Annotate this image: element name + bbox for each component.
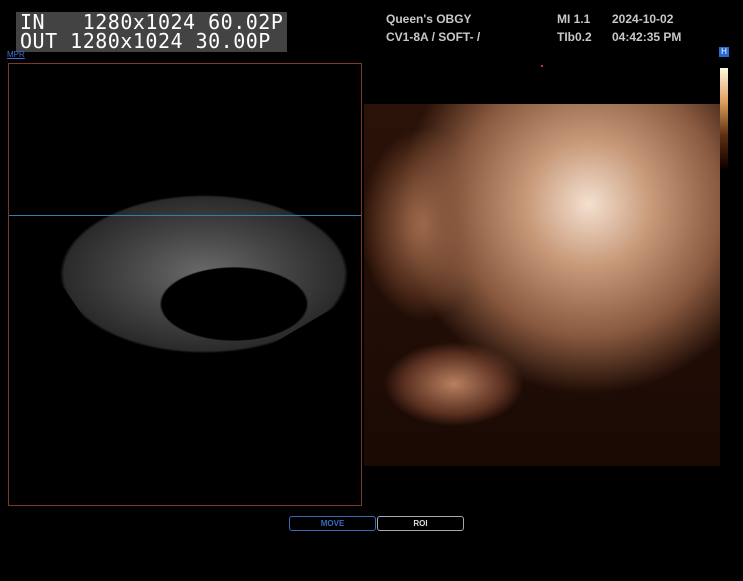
- mpr-link[interactable]: MPR: [7, 50, 25, 59]
- time: 04:42:35 PM: [612, 30, 682, 44]
- video-format-overlay: IN 1280x1024 60.02P OUT 1280x1024 30.00P: [16, 12, 288, 53]
- move-button[interactable]: MOVE: [289, 516, 376, 531]
- colorbar-badge: H: [719, 47, 729, 57]
- mpr-2d-view[interactable]: [8, 63, 362, 506]
- slice-plane-line[interactable]: [9, 215, 361, 216]
- 3d-render-view[interactable]: [364, 104, 720, 466]
- roi-button[interactable]: ROI: [377, 516, 464, 531]
- institution-name: Queen's OBGY: [386, 12, 472, 26]
- marker-dot: [541, 65, 543, 67]
- color-map-bar: [720, 68, 728, 168]
- mechanical-index: MI 1.1: [557, 12, 591, 26]
- ultrasound-sector-image: [34, 164, 361, 364]
- output-format: OUT 1280x1024 30.00P: [20, 29, 271, 53]
- thermal-index: TIb0.2: [557, 30, 592, 44]
- date: 2024-10-02: [612, 12, 674, 26]
- probe-preset: CV1-8A / SOFT- /: [386, 30, 481, 44]
